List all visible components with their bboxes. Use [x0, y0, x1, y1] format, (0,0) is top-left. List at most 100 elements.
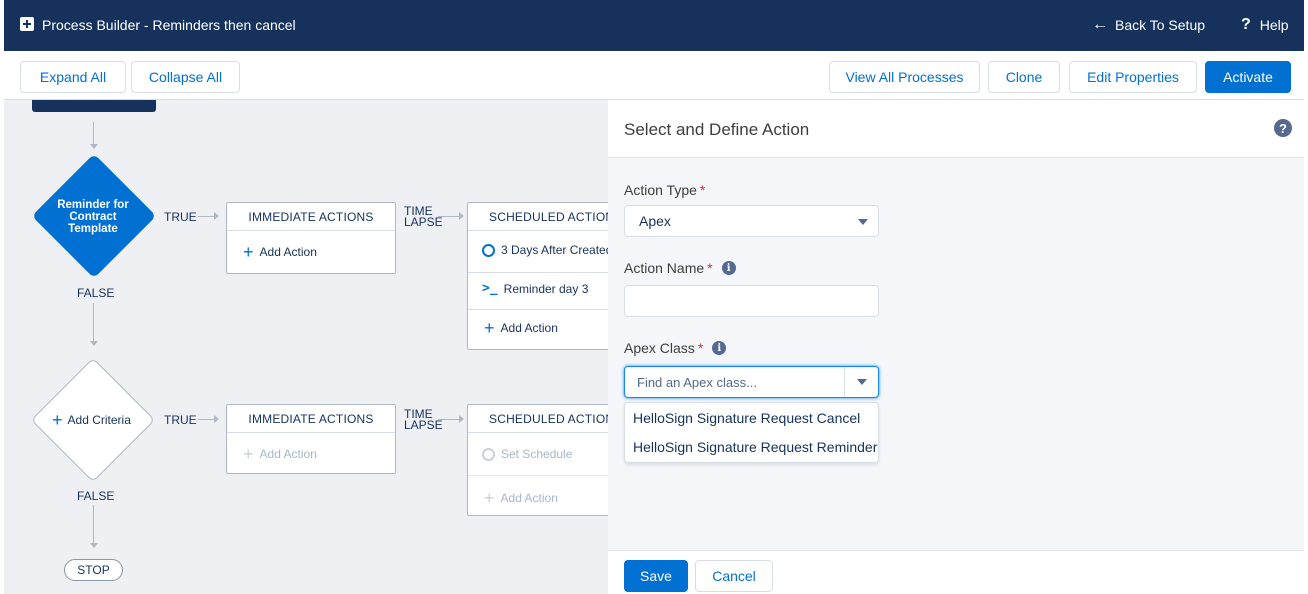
required-marker: *	[707, 260, 713, 276]
panel-header: Select and Define Action ?	[608, 100, 1304, 158]
add-action-button: + Add Action	[243, 444, 317, 464]
app-title: Process Builder - Reminders then cancel	[42, 17, 296, 33]
criteria-1-label: Reminder for Contract Template	[57, 199, 129, 235]
divider	[468, 309, 608, 310]
add-criteria-button[interactable]: + Add Criteria	[52, 410, 131, 430]
scheduled-actions-box-2: SCHEDULED ACTIONS Set Schedule + Add Act…	[467, 404, 608, 516]
cancel-button[interactable]: Cancel	[695, 560, 773, 592]
help-label: Help	[1259, 17, 1289, 33]
activate-button[interactable]: Activate	[1205, 61, 1291, 93]
apex-class-label-text: Apex Class	[624, 340, 695, 356]
arrow-right-icon	[214, 415, 219, 423]
action-name-label-text: Action Name	[624, 260, 705, 276]
clone-button[interactable]: Clone	[988, 61, 1060, 93]
add-criteria-label: Add Criteria	[67, 413, 131, 427]
immediate-actions-header: IMMEDIATE ACTIONS	[227, 405, 395, 433]
connector	[93, 505, 94, 543]
save-button[interactable]: Save	[624, 560, 688, 592]
info-icon[interactable]: i	[721, 261, 736, 275]
stop-node: STOP	[64, 559, 123, 581]
chevron-down-icon[interactable]	[857, 379, 867, 385]
connector	[438, 216, 460, 217]
action-item[interactable]: >_ Reminder day 3	[482, 281, 588, 296]
add-action-label: Add Action	[500, 321, 558, 335]
back-to-setup-link[interactable]: ← Back To Setup	[1092, 16, 1205, 34]
clock-icon	[482, 243, 495, 257]
add-action-button[interactable]: + Add Action	[484, 318, 558, 338]
criteria-2-true-label: TRUE	[164, 413, 197, 427]
time-lapse-label-1: TIME LAPSE	[404, 204, 443, 229]
apex-class-label: Apex Class * i	[624, 340, 727, 356]
required-marker: *	[699, 182, 706, 198]
process-builder-icon	[20, 17, 34, 31]
dropdown-option[interactable]: HelloSign Signature Request Cancel	[625, 403, 878, 432]
object-node[interactable]	[32, 100, 156, 112]
required-marker: *	[697, 340, 704, 356]
dropdown-option[interactable]: HelloSign Signature Request Reminder	[625, 432, 878, 461]
plus-icon: +	[484, 318, 495, 338]
add-action-button[interactable]: + Add Action	[243, 242, 317, 262]
info-icon[interactable]: i	[712, 341, 727, 355]
apex-class-combobox[interactable]	[624, 366, 879, 398]
connector	[198, 419, 214, 420]
connector	[438, 419, 460, 420]
collapse-all-button[interactable]: Collapse All	[131, 61, 240, 93]
set-schedule-label: Set Schedule	[501, 447, 573, 461]
add-action-label: Add Action	[500, 491, 558, 505]
help-link[interactable]: ? Help	[1241, 16, 1289, 34]
arrow-right-icon	[459, 415, 464, 423]
process-canvas[interactable]: Reminder for Contract Template TRUE IMME…	[4, 100, 608, 594]
arrow-left-icon: ←	[1092, 16, 1108, 33]
set-schedule-item: Set Schedule	[482, 447, 572, 461]
arrow-down-icon	[90, 144, 98, 149]
action-name-label: Action Name * i	[624, 260, 736, 276]
scheduled-actions-box-1: SCHEDULED ACTIONS 3 Days After Created >…	[467, 202, 608, 350]
schedule-item[interactable]: 3 Days After Created	[482, 243, 608, 257]
apex-action-icon: >_	[482, 281, 498, 296]
criteria-2-false-label: FALSE	[77, 489, 115, 503]
action-type-select[interactable]: Apex	[624, 205, 879, 237]
action-type-value: Apex	[639, 213, 671, 229]
app-header: Process Builder - Reminders then cancel …	[0, 0, 1308, 51]
action-name-label: Reminder day 3	[503, 281, 589, 296]
arrow-right-icon	[214, 212, 219, 220]
divider	[468, 475, 608, 476]
help-icon[interactable]: ?	[1274, 119, 1292, 137]
chevron-down-icon	[858, 219, 868, 225]
plus-icon: +	[243, 444, 254, 464]
combobox-divider	[844, 367, 845, 397]
apex-class-dropdown: HelloSign Signature Request Cancel Hello…	[624, 402, 879, 463]
scheduled-actions-header: SCHEDULED ACTIONS	[468, 203, 608, 231]
toolbar: Expand All Collapse All View All Process…	[4, 51, 1304, 100]
action-panel: Select and Define Action ? Action Type * …	[608, 100, 1304, 594]
add-action-label: Add Action	[259, 447, 317, 461]
add-action-label: Add Action	[259, 245, 317, 259]
scheduled-actions-header: SCHEDULED ACTIONS	[468, 405, 608, 433]
arrow-down-icon	[90, 341, 98, 346]
arrow-right-icon	[459, 212, 464, 220]
back-to-setup-label: Back To Setup	[1115, 17, 1206, 33]
immediate-actions-box-1: IMMEDIATE ACTIONS + Add Action	[226, 202, 396, 274]
edit-properties-button[interactable]: Edit Properties	[1069, 61, 1197, 93]
plus-icon: +	[52, 410, 63, 430]
plus-icon: +	[243, 242, 254, 262]
panel-title: Select and Define Action	[624, 120, 810, 139]
connector	[93, 122, 94, 144]
connector	[93, 303, 94, 341]
immediate-actions-box-2: IMMEDIATE ACTIONS + Add Action	[226, 404, 396, 474]
question-icon: ?	[1241, 16, 1251, 33]
divider	[468, 272, 608, 273]
action-name-input[interactable]	[624, 285, 879, 317]
time-lapse-label-2: TIME LAPSE	[404, 407, 443, 432]
apex-class-search-input[interactable]	[625, 367, 843, 397]
clock-icon	[482, 447, 495, 461]
panel-footer: Save Cancel	[608, 550, 1304, 594]
connector	[198, 216, 214, 217]
plus-icon: +	[484, 488, 495, 508]
expand-all-button[interactable]: Expand All	[20, 61, 126, 93]
criteria-1-false-label: FALSE	[77, 286, 115, 300]
action-type-label: Action Type *	[624, 182, 705, 198]
action-type-label-text: Action Type	[624, 182, 697, 198]
immediate-actions-header: IMMEDIATE ACTIONS	[227, 203, 395, 231]
view-all-processes-button[interactable]: View All Processes	[829, 61, 980, 93]
